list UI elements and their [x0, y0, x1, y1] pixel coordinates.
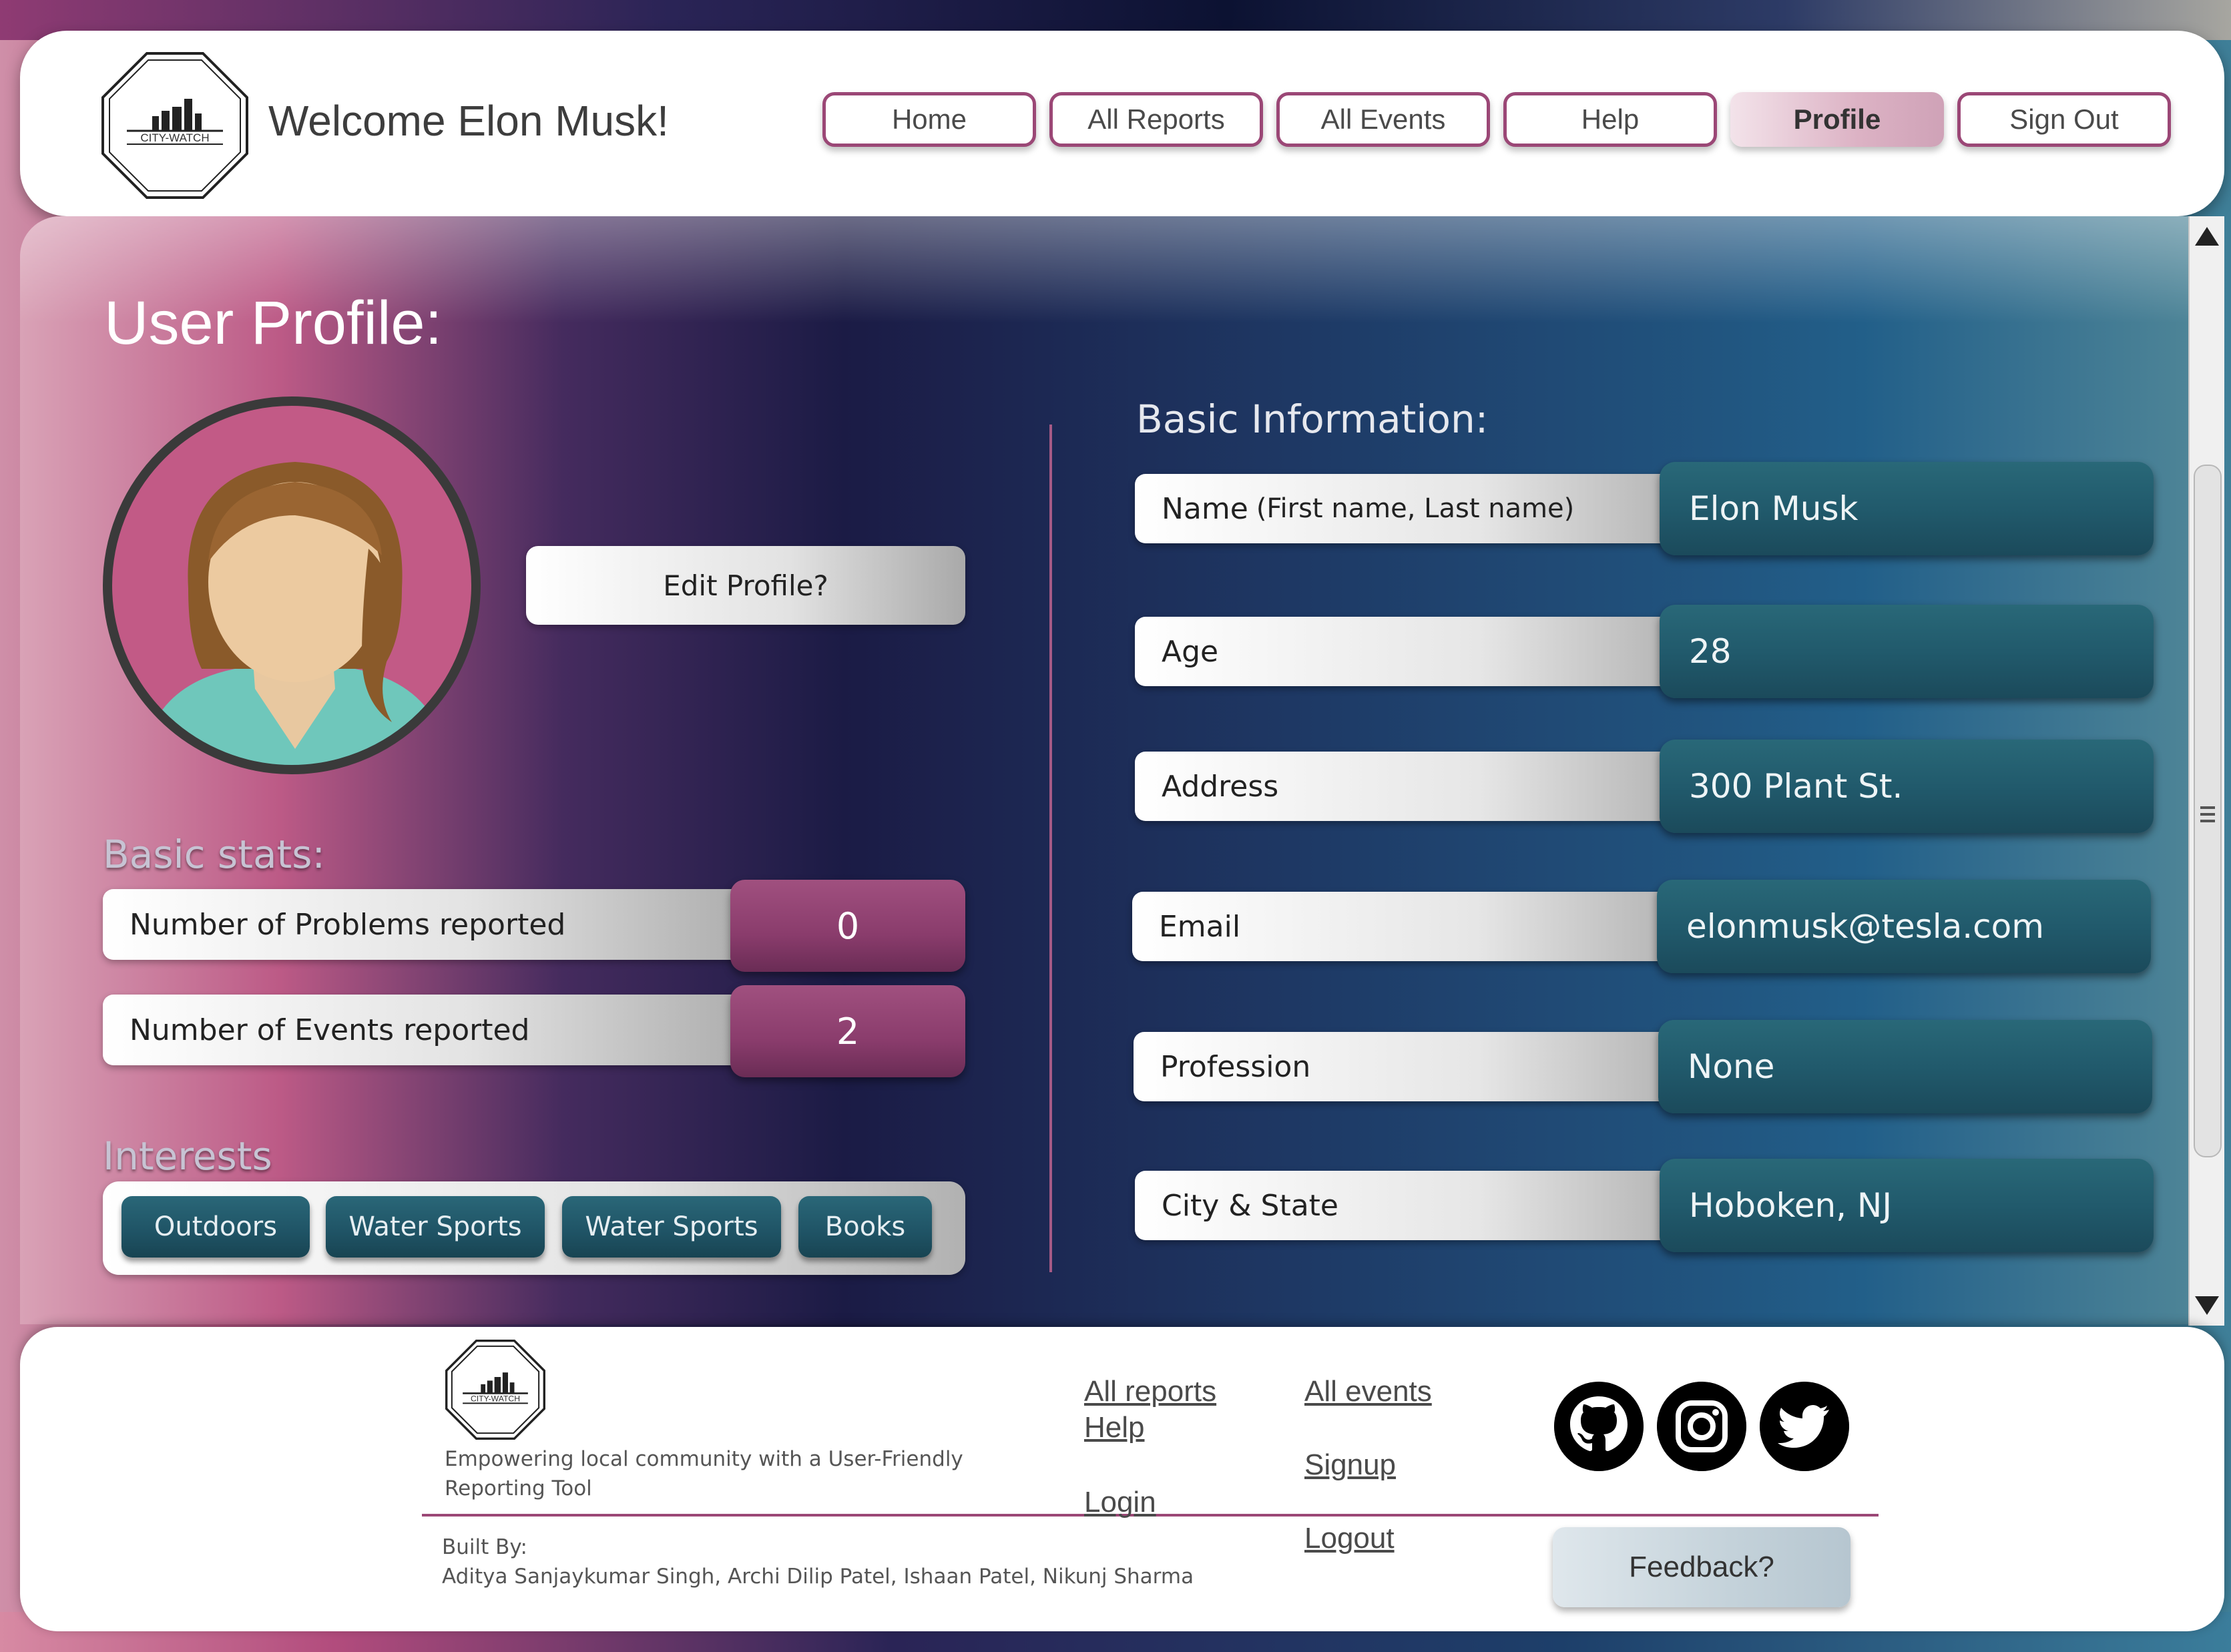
- stat-value: 2: [730, 985, 965, 1077]
- interest-chip[interactable]: Outdoors: [121, 1196, 310, 1258]
- stat-events-reported: Number of Events reported 2: [103, 985, 965, 1077]
- built-by-label: Built By:: [442, 1535, 527, 1559]
- basic-info-title: Basic Information:: [1136, 396, 1489, 442]
- footer-link-login[interactable]: Login: [1084, 1486, 1156, 1519]
- interests-container: Outdoors Water Sports Water Sports Books: [103, 1181, 965, 1275]
- built-by-names: Aditya Sanjaykumar Singh, Archi Dilip Pa…: [442, 1565, 1194, 1589]
- github-icon[interactable]: [1554, 1382, 1644, 1471]
- info-label: Name (First name, Last name): [1135, 474, 1709, 543]
- info-row-name: Name (First name, Last name) Elon Musk: [1135, 462, 2156, 555]
- footer-link-logout[interactable]: Logout: [1304, 1522, 1395, 1555]
- scroll-down-arrow-icon[interactable]: [2195, 1296, 2219, 1315]
- footer-logo-text: CITY-WATCH: [471, 1394, 520, 1404]
- footer-city-watch-logo[interactable]: CITY-WATCH: [445, 1339, 546, 1440]
- info-label: Email: [1132, 892, 1706, 961]
- info-value-city-state[interactable]: Hoboken, NJ: [1660, 1159, 2154, 1252]
- nav-home-button[interactable]: Home: [822, 92, 1036, 147]
- twitter-icon[interactable]: [1760, 1382, 1849, 1471]
- info-value-age[interactable]: 28: [1660, 605, 2154, 698]
- footer-link-all-events[interactable]: All events: [1304, 1375, 1432, 1408]
- basic-stats-title: Basic stats:: [103, 832, 325, 877]
- stat-label: Number of Events reported: [103, 995, 770, 1065]
- footer-link-signup[interactable]: Signup: [1304, 1448, 1396, 1482]
- info-row-address: Address 300 Plant St.: [1135, 740, 2156, 833]
- nav-all-events-button[interactable]: All Events: [1276, 92, 1490, 147]
- header-bar: CITY-WATCH Welcome Elon Musk! Home All R…: [20, 31, 2224, 216]
- edit-profile-button[interactable]: Edit Profile?: [526, 546, 965, 625]
- info-label: Profession: [1134, 1032, 1708, 1101]
- feedback-button[interactable]: Feedback?: [1553, 1527, 1850, 1607]
- grip-icon: [2200, 806, 2215, 826]
- footer-link-all-reports[interactable]: All reports: [1084, 1375, 1216, 1408]
- vertical-scrollbar[interactable]: [2188, 216, 2224, 1326]
- city-watch-logo[interactable]: CITY-WATCH: [100, 51, 250, 200]
- info-value-profession[interactable]: None: [1658, 1020, 2152, 1113]
- footer-link-help[interactable]: Help: [1084, 1411, 1145, 1444]
- info-row-age: Age 28: [1135, 605, 2156, 698]
- info-value-name[interactable]: Elon Musk: [1660, 462, 2154, 555]
- stat-problems-reported: Number of Problems reported 0: [103, 880, 965, 972]
- stat-label: Number of Problems reported: [103, 889, 770, 960]
- info-label: Address: [1135, 752, 1709, 821]
- scroll-thumb[interactable]: [2194, 465, 2222, 1157]
- page-title: User Profile:: [104, 289, 443, 357]
- nav-all-reports-button[interactable]: All Reports: [1049, 92, 1263, 147]
- interest-chip[interactable]: Books: [798, 1196, 932, 1258]
- info-value-email[interactable]: elonmusk@tesla.com: [1657, 880, 2151, 973]
- scroll-up-arrow-icon[interactable]: [2195, 227, 2219, 246]
- user-avatar-icon: [103, 396, 481, 774]
- interest-chip[interactable]: Water Sports: [562, 1196, 781, 1258]
- interests-title: Interests: [103, 1133, 272, 1179]
- info-row-email: Email elonmusk@tesla.com: [1132, 880, 2154, 973]
- info-label: Age: [1135, 617, 1709, 686]
- footer: CITY-WATCH Empowering local community wi…: [20, 1327, 2224, 1631]
- info-value-address[interactable]: 300 Plant St.: [1660, 740, 2154, 833]
- instagram-icon[interactable]: [1657, 1382, 1746, 1471]
- logo-text: CITY-WATCH: [140, 131, 209, 144]
- nav-sign-out-button[interactable]: Sign Out: [1957, 92, 2171, 147]
- info-row-profession: Profession None: [1134, 1020, 2155, 1113]
- info-label-text: Name: [1162, 491, 1248, 526]
- welcome-message: Welcome Elon Musk!: [268, 97, 669, 145]
- footer-tagline: Empowering local community with a User-F…: [445, 1447, 963, 1500]
- nav-help-button[interactable]: Help: [1503, 92, 1717, 147]
- info-label: City & State: [1135, 1171, 1709, 1240]
- info-label-hint: (First name, Last name): [1256, 493, 1575, 524]
- nav-profile-button[interactable]: Profile: [1730, 92, 1944, 147]
- info-row-city-state: City & State Hoboken, NJ: [1135, 1159, 2156, 1252]
- stat-value: 0: [730, 880, 965, 972]
- profile-main-panel: User Profile: Edit Profile? Basic stats:…: [20, 216, 2188, 1324]
- interest-chip[interactable]: Water Sports: [326, 1196, 545, 1258]
- column-divider: [1049, 425, 1052, 1272]
